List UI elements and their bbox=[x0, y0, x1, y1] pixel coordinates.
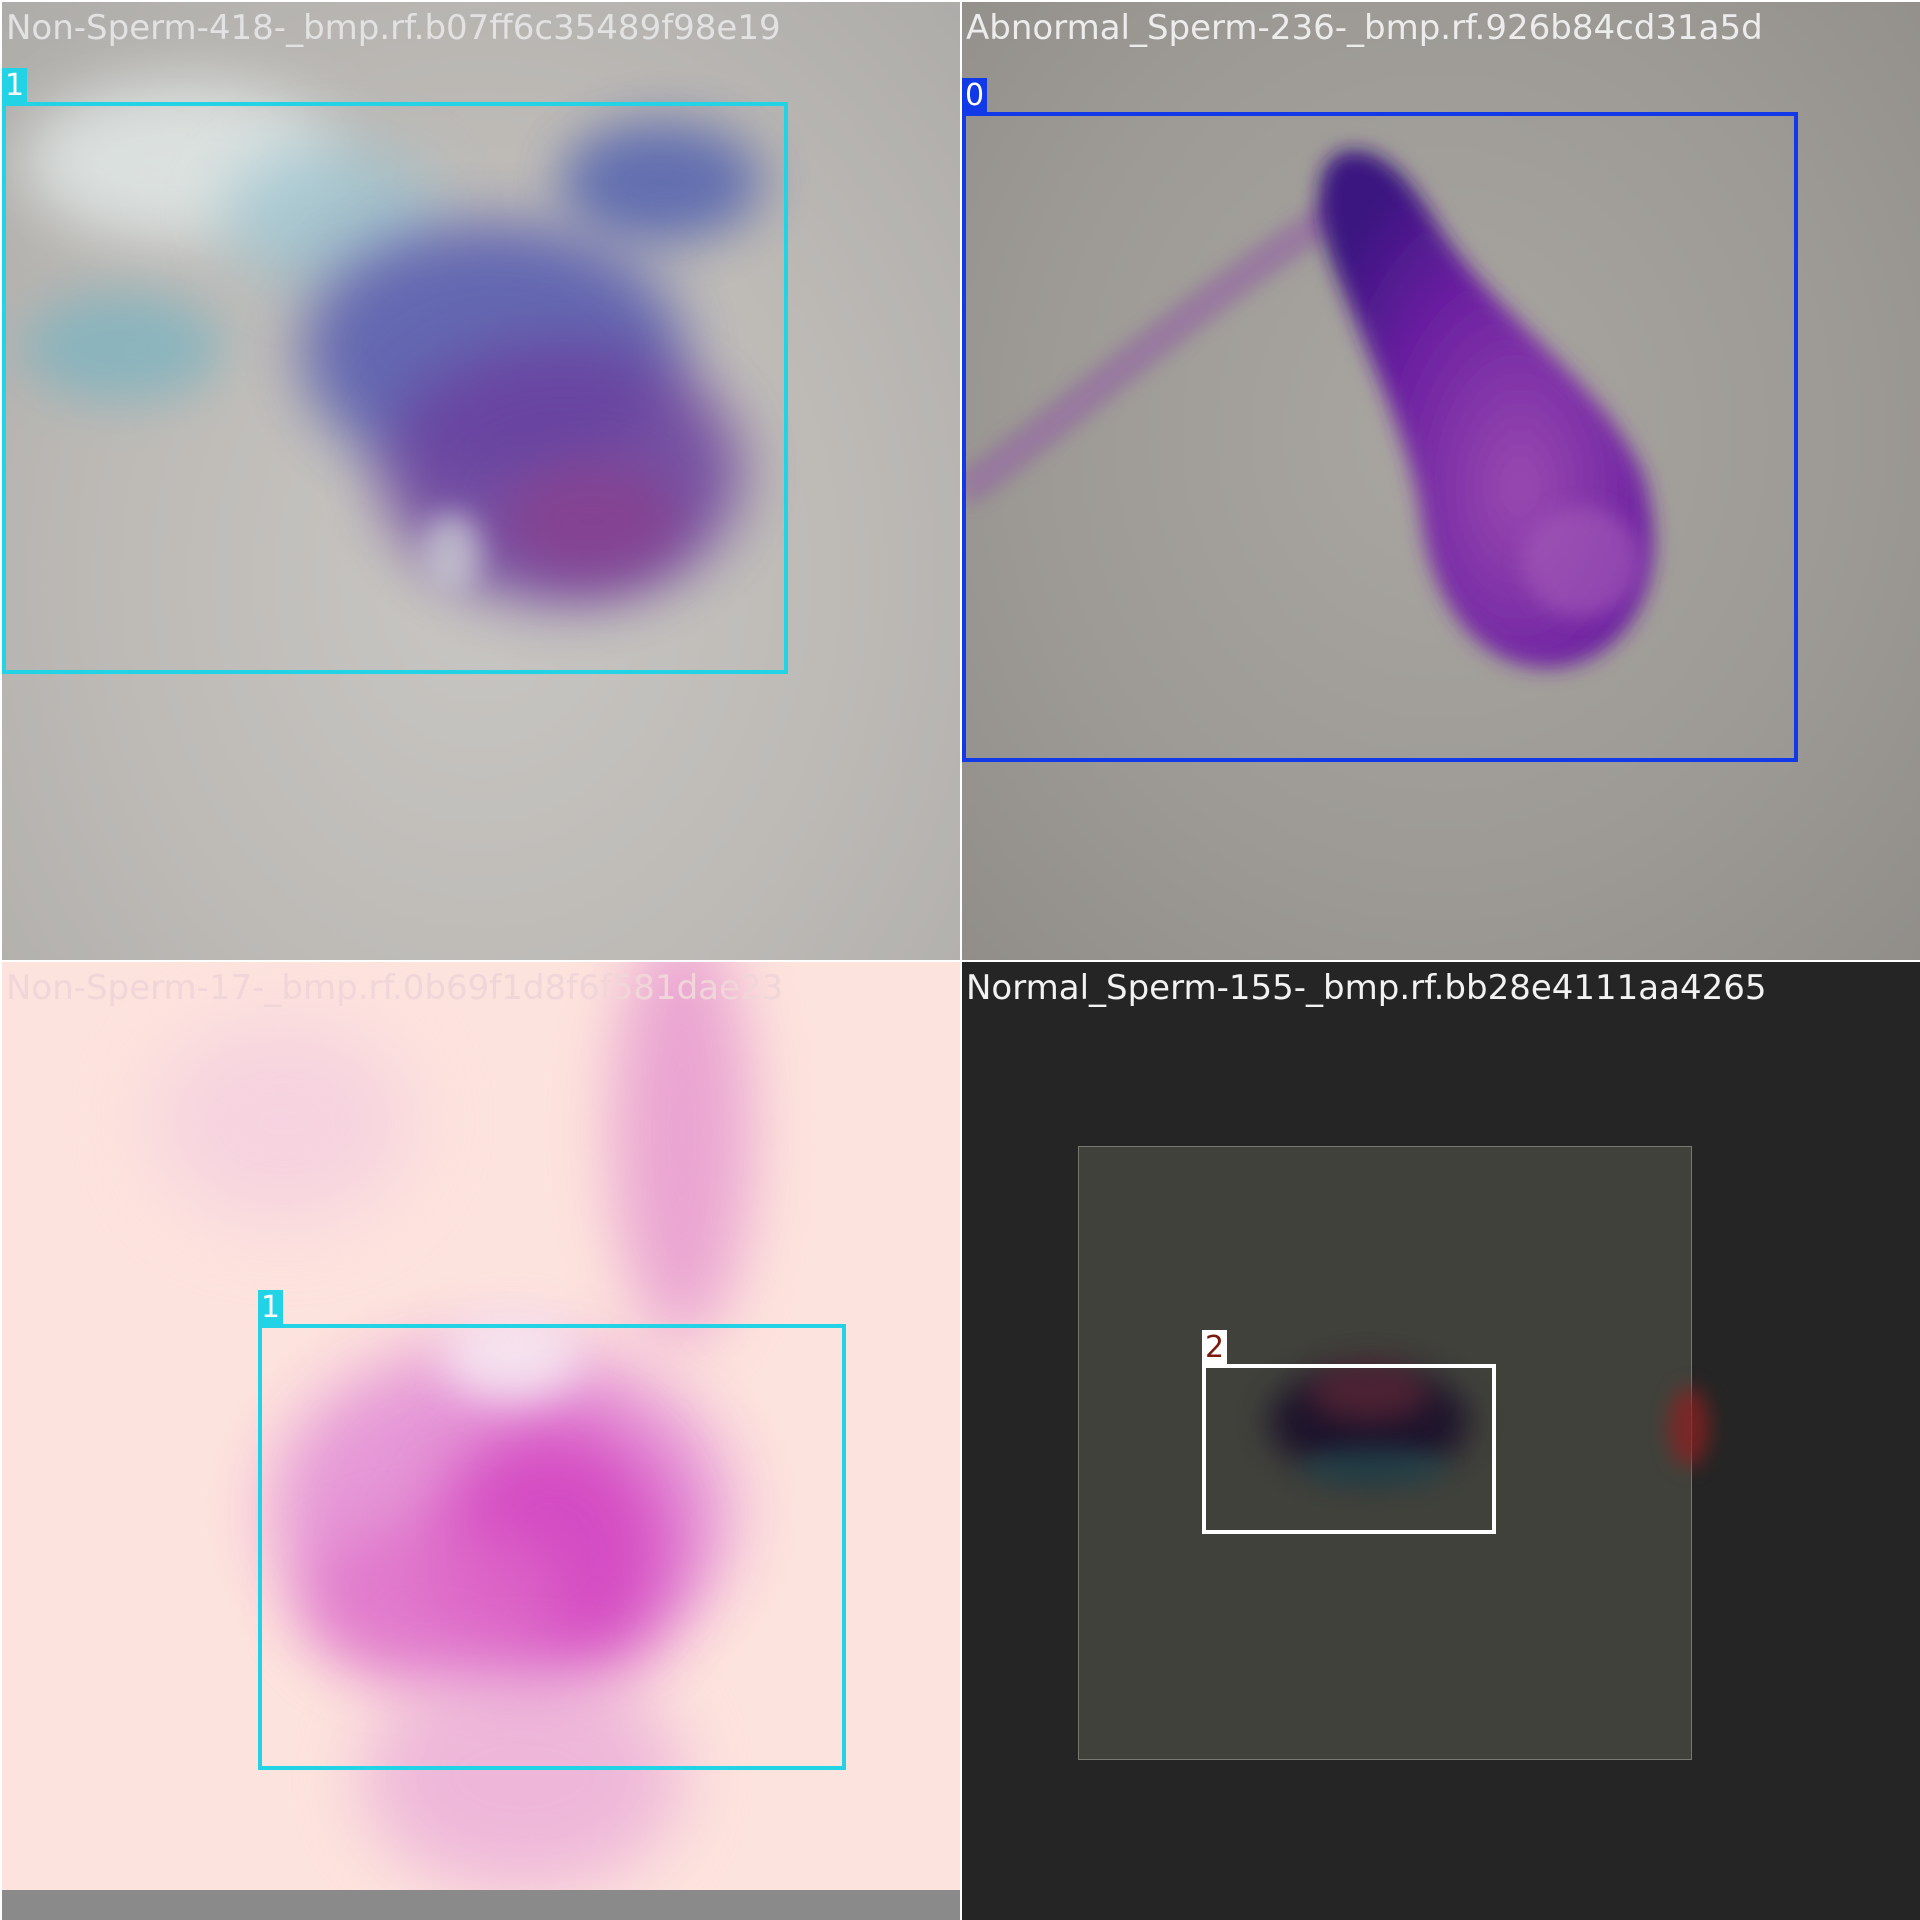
image-tile-1: Non-Sperm-418-_bmp.rf.b07ff6c35489f98e19… bbox=[2, 2, 960, 960]
image-tile-2: Abnormal_Sperm-236-_bmp.rf.926b84cd31a5d… bbox=[962, 2, 1920, 960]
image-tile-4: Normal_Sperm-155-_bmp.rf.bb28e4111aa4265… bbox=[962, 962, 1920, 1920]
tile-4-filename-caption: Normal_Sperm-155-_bmp.rf.bb28e4111aa4265 bbox=[966, 968, 1767, 1008]
tile-2-bounding-box bbox=[962, 112, 1798, 762]
tile-3-class-label: 1 bbox=[258, 1290, 284, 1326]
tile-3-filename-caption: Non-Sperm-17-_bmp.rf.0b69f1d8f6f581dae23 bbox=[6, 968, 784, 1008]
tile-4-class-label: 2 bbox=[1202, 1330, 1228, 1366]
tile-4-bounding-box bbox=[1202, 1364, 1496, 1534]
tile-1-class-label: 1 bbox=[2, 68, 28, 104]
tile-2-filename-caption: Abnormal_Sperm-236-_bmp.rf.926b84cd31a5d bbox=[966, 8, 1763, 48]
tile-1-filename-caption: Non-Sperm-418-_bmp.rf.b07ff6c35489f98e19 bbox=[6, 8, 781, 48]
image-padding-strip bbox=[2, 1890, 960, 1920]
tile-1-bounding-box bbox=[2, 102, 788, 674]
image-tile-3: Non-Sperm-17-_bmp.rf.0b69f1d8f6f581dae23… bbox=[2, 962, 960, 1920]
tile-2-class-label: 0 bbox=[962, 78, 988, 114]
tile-3-bounding-box bbox=[258, 1324, 846, 1770]
